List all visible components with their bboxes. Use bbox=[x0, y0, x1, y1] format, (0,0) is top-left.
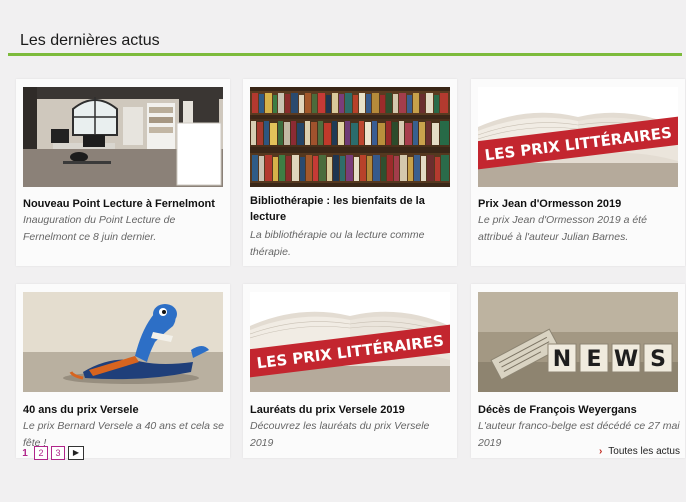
card-description: Inauguration du Point Lecture de Fernelm… bbox=[23, 214, 176, 243]
news-card[interactable]: Nouveau Point Lecture à Fernelmont Inaug… bbox=[16, 79, 230, 266]
card-title[interactable]: Bibliothérapie : les bienfaits de la lec… bbox=[250, 193, 454, 225]
news-card[interactable]: Bibliothérapie : les bienfaits de la lec… bbox=[243, 79, 457, 266]
card-image-library-room[interactable] bbox=[23, 87, 223, 187]
news-card[interactable]: LES PRIX LITTÉRAIRES Prix Jean d'Ormesso… bbox=[471, 79, 685, 266]
card-title[interactable]: Nouveau Point Lecture à Fernelmont bbox=[23, 196, 227, 212]
card-image-bookshelves[interactable] bbox=[250, 87, 450, 187]
card-description: Découvrez les lauréats du prix Versele 2… bbox=[250, 420, 430, 449]
card-description: Le prix Jean d'Ormesson 2019 a été attri… bbox=[478, 214, 647, 243]
card-image-news-cubes[interactable]: N E W S bbox=[478, 292, 678, 392]
news-letter: N bbox=[553, 347, 571, 372]
card-title[interactable]: Lauréats du prix Versele 2019 bbox=[250, 402, 454, 418]
news-letter: E bbox=[586, 347, 601, 372]
card-title[interactable]: Prix Jean d'Ormesson 2019 bbox=[478, 196, 682, 212]
title-divider bbox=[8, 53, 682, 56]
page-link-3[interactable]: 3 bbox=[51, 446, 65, 460]
section-title: Les dernières actus bbox=[20, 32, 160, 49]
all-news-label[interactable]: Toutes les actus bbox=[608, 446, 680, 457]
pagination: 1 2 3 ▶ bbox=[19, 446, 84, 460]
next-page-button[interactable]: ▶ bbox=[68, 446, 84, 460]
news-card[interactable]: 40 ans du prix Versele Le prix Bernard V… bbox=[16, 284, 230, 458]
card-title[interactable]: Décès de François Weyergans bbox=[478, 402, 682, 418]
card-title[interactable]: 40 ans du prix Versele bbox=[23, 402, 227, 418]
chevron-right-icon: › bbox=[598, 446, 603, 457]
card-description: La bibliothérapie ou la lecture comme th… bbox=[250, 229, 425, 258]
news-card[interactable]: LES PRIX LITTÉRAIRES Lauréats du prix Ve… bbox=[243, 284, 457, 458]
card-image-prix-litteraires[interactable]: LES PRIX LITTÉRAIRES bbox=[250, 292, 450, 392]
news-letter: S bbox=[650, 347, 666, 372]
page-current: 1 bbox=[22, 447, 28, 459]
card-image-blue-bird-toy[interactable] bbox=[23, 292, 223, 392]
play-icon: ▶ bbox=[72, 448, 80, 457]
news-letter: W bbox=[614, 347, 638, 372]
card-image-prix-litteraires[interactable]: LES PRIX LITTÉRAIRES bbox=[478, 87, 678, 187]
all-news-link[interactable]: › Toutes les actus bbox=[599, 446, 680, 457]
news-card[interactable]: N E W S Décès de François Weyergans L'au… bbox=[471, 284, 685, 458]
page-link-2[interactable]: 2 bbox=[34, 446, 48, 460]
